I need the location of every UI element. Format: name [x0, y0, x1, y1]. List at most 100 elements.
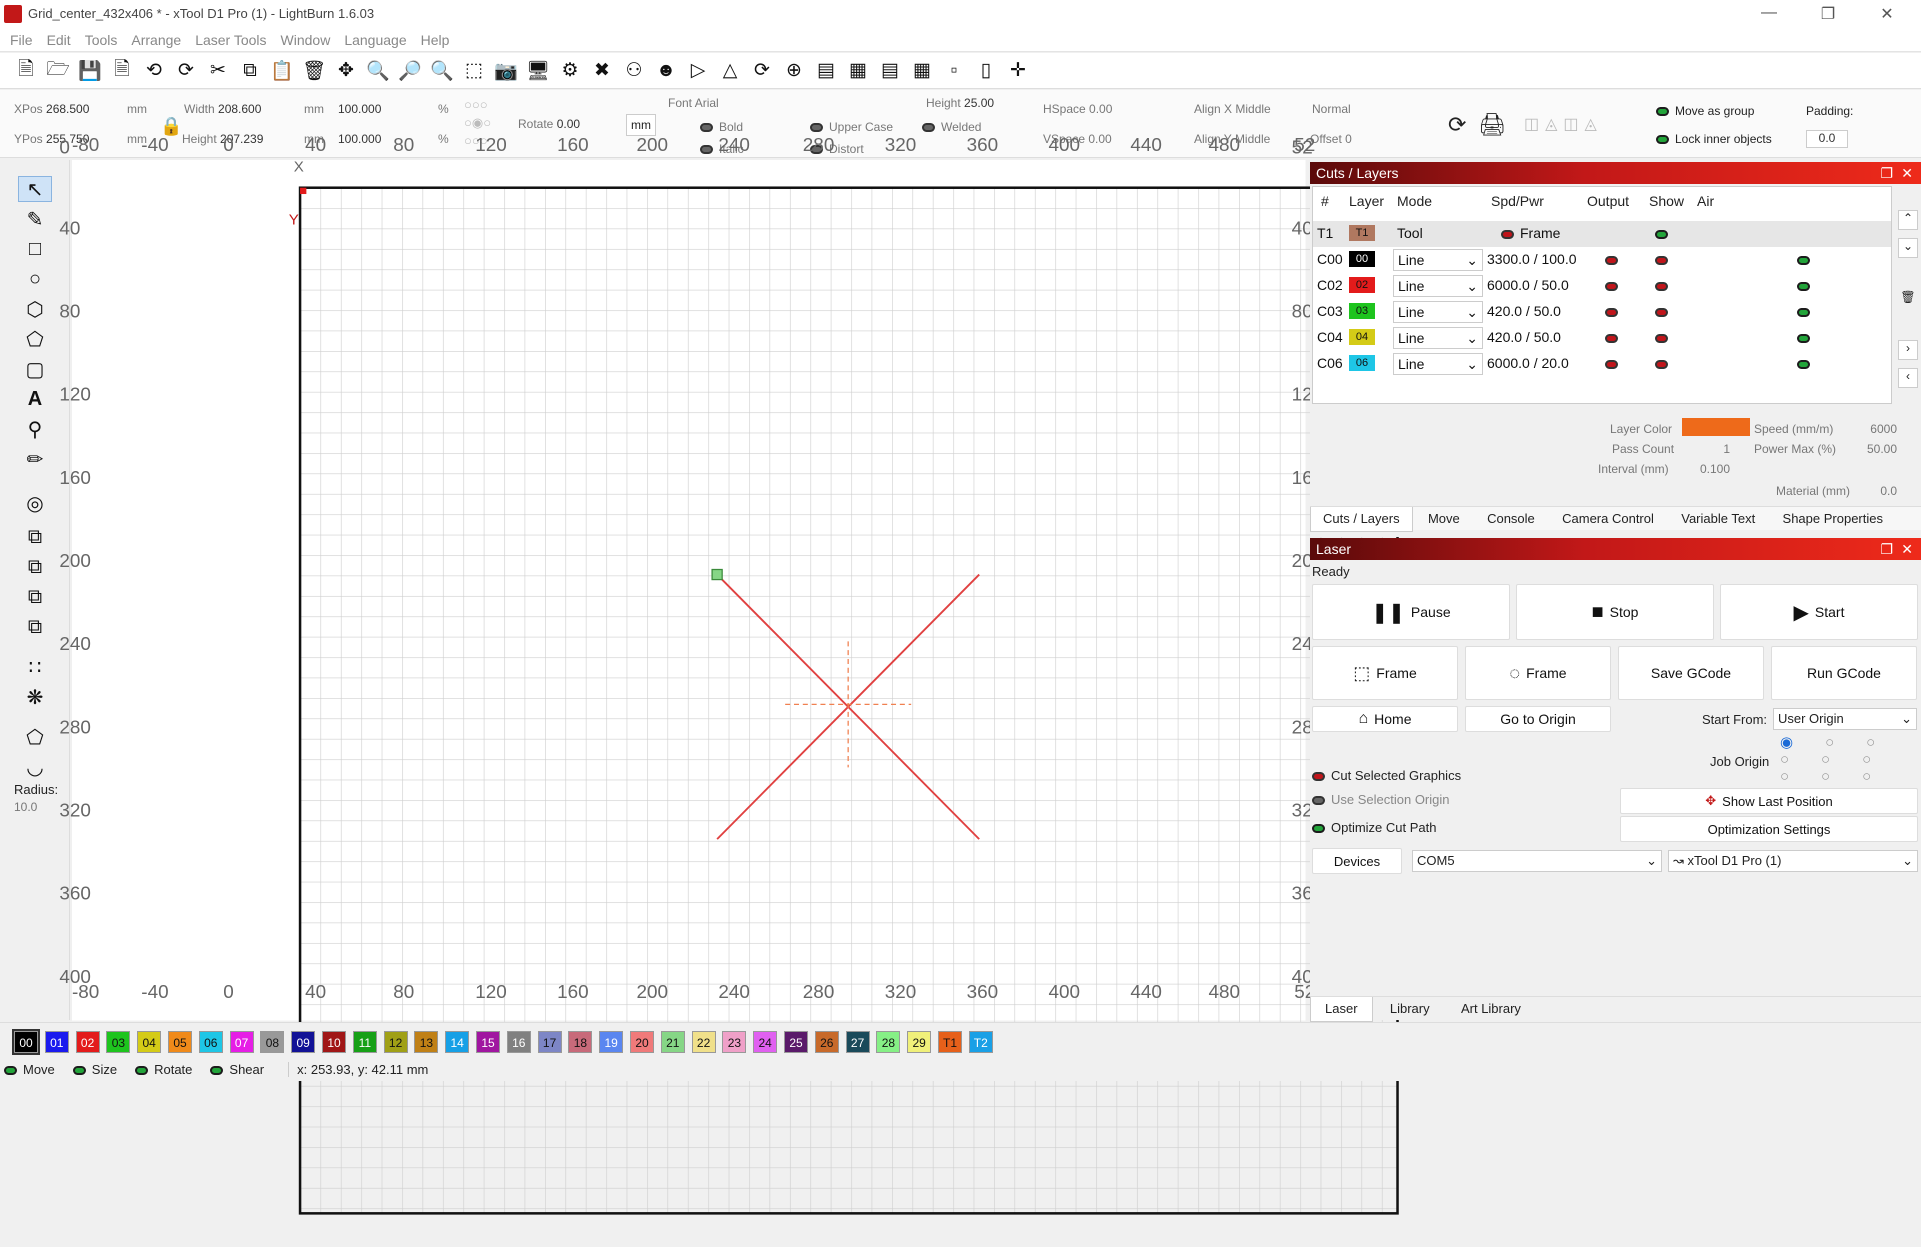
tab-art-library[interactable]: Art Library: [1447, 997, 1535, 1021]
close-panel-icon[interactable]: ✕: [1901, 162, 1913, 184]
layer-show-toggle[interactable]: [1655, 255, 1668, 265]
palette-chip-20[interactable]: 20: [630, 1031, 654, 1053]
close-laser-panel-icon[interactable]: ✕: [1901, 538, 1913, 560]
lock-inner-objects-toggle[interactable]: Lock inner objects: [1675, 132, 1772, 146]
zoom-fit-icon[interactable]: 🔍: [429, 58, 455, 84]
mirror-vertical-icon[interactable]: △: [717, 58, 743, 84]
palette-chip-12[interactable]: 12: [383, 1031, 408, 1053]
bold-toggle[interactable]: Bold: [719, 120, 743, 134]
save-icon[interactable]: 💾: [77, 58, 103, 84]
layer-show-toggle[interactable]: [1655, 307, 1668, 317]
layer-air-toggle[interactable]: [1797, 307, 1810, 317]
group-icon[interactable]: ⚇: [621, 58, 647, 84]
palette-chip-28[interactable]: 28: [876, 1031, 901, 1053]
restore-icon[interactable]: ❐: [1813, 4, 1843, 24]
palette-chip-09[interactable]: 09: [291, 1031, 316, 1053]
boolean-union-icon[interactable]: ⧉: [18, 554, 52, 580]
mirror-horizontal-icon[interactable]: ▷: [685, 58, 711, 84]
frame-round-button[interactable]: ◌ Frame: [1465, 646, 1611, 700]
upper-case-toggle[interactable]: Upper Case: [829, 120, 893, 134]
select-tool-icon[interactable]: ↖: [18, 176, 52, 202]
layer-row[interactable]: C06 06 Line ⌄ 6000.0 / 20.0: [1313, 351, 1891, 377]
pass-count-field[interactable]: 1: [1710, 442, 1730, 456]
move-as-group-toggle[interactable]: Move as group: [1675, 104, 1754, 118]
layer-spd-pwr[interactable]: 420.0 / 50.0: [1487, 303, 1561, 319]
palette-chip-15[interactable]: 15: [476, 1031, 500, 1053]
hspace-field[interactable]: 0.00: [1089, 102, 1112, 116]
boolean-intersect-icon[interactable]: ⧉: [18, 614, 52, 640]
padding-field[interactable]: 0.0: [1806, 130, 1848, 148]
unit-toggle-button[interactable]: mm: [626, 114, 656, 136]
palette-chip-16[interactable]: 16: [506, 1031, 531, 1053]
delete-icon[interactable]: 🗑: [301, 58, 327, 84]
copy-icon[interactable]: ⧉: [237, 58, 263, 84]
circular-array-icon[interactable]: ❋: [18, 684, 52, 710]
menu-edit[interactable]: Edit: [47, 28, 71, 52]
layer-output-toggle[interactable]: [1605, 333, 1618, 343]
new-file-icon[interactable]: 🗎: [13, 58, 39, 84]
status-rotate-toggle[interactable]: Rotate: [154, 1062, 192, 1077]
layer-spd-pwr[interactable]: 6000.0 / 20.0: [1487, 355, 1569, 371]
layer-row[interactable]: C04 04 Line ⌄ 420.0 / 50.0: [1313, 325, 1891, 351]
tab-laser[interactable]: Laser: [1310, 997, 1373, 1022]
distribute-icon[interactable]: ▦: [845, 58, 871, 84]
rotate-icon[interactable]: ⟳: [749, 58, 775, 84]
align-icon[interactable]: ▤: [813, 58, 839, 84]
palette-chip-13[interactable]: 13: [414, 1031, 439, 1053]
palette-chip-T2[interactable]: T2: [968, 1031, 993, 1053]
undo-icon[interactable]: ⟲: [141, 58, 167, 84]
start-button[interactable]: ▶ Start: [1720, 584, 1918, 640]
palette-chip-05[interactable]: 05: [168, 1031, 192, 1053]
zoom-out-icon[interactable]: 🔎: [397, 58, 423, 84]
tab-variable-text[interactable]: Variable Text: [1669, 507, 1767, 531]
palette-chip-T1[interactable]: T1: [938, 1031, 962, 1053]
menu-language[interactable]: Language: [344, 28, 406, 52]
pen-tool-icon[interactable]: ✎: [18, 206, 52, 232]
font-height-field[interactable]: 25.00: [964, 96, 994, 110]
welded-toggle[interactable]: Welded: [941, 120, 981, 134]
layer-spd-pwr[interactable]: 6000.0 / 50.0: [1487, 277, 1569, 293]
layer-row[interactable]: T1 T1 Tool Frame: [1313, 221, 1891, 247]
selection-handle[interactable]: [711, 568, 723, 581]
go-to-origin-button[interactable]: Go to Origin: [1465, 706, 1611, 732]
palette-chip-17[interactable]: 17: [537, 1031, 562, 1053]
palette-chip-07[interactable]: 07: [229, 1031, 254, 1053]
weld-icon[interactable]: ⧉: [18, 524, 52, 550]
menu-help[interactable]: Help: [421, 28, 450, 52]
layer-output-toggle[interactable]: [1605, 255, 1618, 265]
distribute-vertical-icon[interactable]: ▦: [909, 58, 935, 84]
speed-field[interactable]: 6000: [1865, 422, 1897, 436]
text-mode-select[interactable]: Normal: [1312, 102, 1351, 116]
move-icon[interactable]: ✥: [333, 58, 359, 84]
make-same-width-icon[interactable]: ▫: [941, 58, 967, 84]
palette-chip-26[interactable]: 26: [814, 1031, 839, 1053]
optimization-settings-button[interactable]: Optimization Settings: [1620, 816, 1918, 842]
menu-window[interactable]: Window: [281, 28, 331, 52]
palette-chip-29[interactable]: 29: [907, 1031, 932, 1053]
measure-tool-icon[interactable]: ✏: [18, 446, 52, 472]
menu-laser-tools[interactable]: Laser Tools: [195, 28, 266, 52]
layer-mode-select[interactable]: Line ⌄: [1393, 249, 1483, 271]
shape-tool-icon[interactable]: ⬠: [18, 326, 52, 352]
open-file-icon[interactable]: 🗁: [45, 58, 71, 84]
palette-chip-11[interactable]: 11: [352, 1031, 377, 1053]
tab-camera-control[interactable]: Camera Control: [1550, 507, 1666, 531]
dock-icon[interactable]: ✛: [1005, 58, 1031, 84]
layer-row[interactable]: C00 00 Line ⌄ 3300.0 / 100.0: [1313, 247, 1891, 273]
layer-row[interactable]: C02 02 Line ⌄ 6000.0 / 50.0: [1313, 273, 1891, 299]
layer-spd-pwr[interactable]: 420.0 / 50.0: [1487, 329, 1561, 345]
rotate-field[interactable]: 0.00: [557, 117, 580, 131]
offset-shapes-icon[interactable]: ◎: [18, 490, 52, 516]
palette-chip-14[interactable]: 14: [445, 1031, 470, 1053]
xpos-field[interactable]: 268.500: [46, 102, 89, 116]
text-tool-icon[interactable]: A: [18, 386, 52, 412]
monitor-icon[interactable]: 🖥: [525, 58, 551, 84]
position-laser-icon[interactable]: ⚲: [18, 416, 52, 442]
status-shear-toggle[interactable]: Shear: [229, 1062, 264, 1077]
palette-chip-19[interactable]: 19: [599, 1031, 624, 1053]
frame-rect-button[interactable]: ⬚ Frame: [1312, 646, 1458, 700]
width-percent-field[interactable]: 100.000: [338, 102, 381, 116]
layer-mode-select[interactable]: Line ⌄: [1393, 327, 1483, 349]
minimize-icon[interactable]: —: [1754, 4, 1784, 24]
power-max-field[interactable]: 50.00: [1865, 442, 1897, 456]
